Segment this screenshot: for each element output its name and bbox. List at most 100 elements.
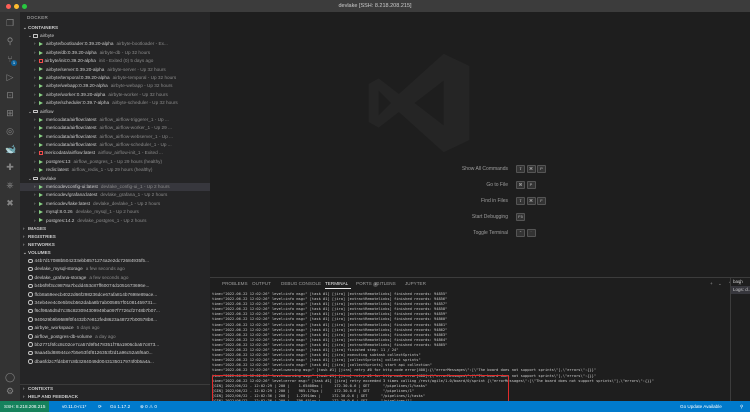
volume-description: 5 days ago xyxy=(76,325,100,331)
shortcut-row: Go to File ⌘ P xyxy=(372,181,672,189)
container-item[interactable]: › mericodev/lake:latest devlake_devlake_1 … xyxy=(20,200,210,208)
volume-item[interactable]: 34eb4ee4c0e5b9cb562daba8b7ab005857f01081… xyxy=(20,299,210,307)
container-item[interactable]: › mericodata/airflow:latest airflow_airflo… xyxy=(20,116,210,124)
container-item[interactable]: › airbyte/webapp:0.39.20-alpha airbyte-web… xyxy=(20,82,210,90)
window-controls[interactable] xyxy=(6,3,27,9)
accounts-icon[interactable]: ◯ xyxy=(5,372,15,382)
go-version[interactable]: Go 1.17.2 xyxy=(110,401,130,412)
container-group[interactable]: ⌄ devlake xyxy=(20,175,210,183)
remote-explorer-icon[interactable]: ⊡ xyxy=(5,90,15,100)
key-cap: ⌘ xyxy=(526,165,536,173)
volume-item[interactable]: ffcb8a59eecb4022d66f298236dce67afa814b76… xyxy=(20,291,210,299)
container-item[interactable]: › postgres:13 airflow_postgres_1 - Up 29 h… xyxy=(20,158,210,166)
tab-ports[interactable]: PORTS 1 xyxy=(356,281,378,287)
volume-item[interactable]: 9aaa4bd88944ce7b5e53f4f8126353f2d1a96c52… xyxy=(20,349,210,357)
terminal-instance[interactable]: bash xyxy=(731,278,750,286)
container-item[interactable]: › airbyte/temporal:0.39.20-alpha airbyte-t… xyxy=(20,74,210,82)
close-window-button[interactable] xyxy=(6,3,11,9)
container-item[interactable]: › airbyte/db:0.39.20-alpha airbyte-db - Up… xyxy=(20,49,210,57)
volume-item[interactable]: f6cf98a5d5d7c35c823094309949ba097f7726cf… xyxy=(20,307,210,315)
volumes-section-header[interactable]: ⌄VOLUMES xyxy=(20,249,210,257)
container-item[interactable]: › airbyte/bootloader:0.39.20-alpha airbyte… xyxy=(20,40,210,48)
volume-item[interactable]: b4b6f9f3cc9878a7bcdd453c87ff60074d105167… xyxy=(20,282,210,290)
active-tab-indicator xyxy=(325,288,351,289)
tools-icon[interactable]: ✖ xyxy=(5,198,15,208)
container-image-name: mericodata/airflow:latest xyxy=(44,150,96,156)
tab-debug-console[interactable]: DEBUG CONSOLE xyxy=(281,281,321,286)
section-header-contexts[interactable]: › CONTEXTS xyxy=(20,385,210,393)
tab-jupyter[interactable]: JUPYTER xyxy=(405,281,426,286)
vscode-logo xyxy=(368,53,470,153)
remote-indicator[interactable]: SSH: 8.218.208.215 xyxy=(0,401,50,412)
container-item[interactable]: › airbyte/scheduler:0.39.7-alpha airbyte-s… xyxy=(20,99,210,107)
container-description: devlake_postgres_1 - Up 2 hours xyxy=(77,217,147,223)
kubernetes-icon[interactable]: ⎈ xyxy=(5,180,15,190)
python-icon[interactable]: ✚ xyxy=(5,162,15,172)
container-image-name: mericodevconfig-ui:latest xyxy=(46,184,98,190)
key-cap: P xyxy=(526,181,536,189)
sidebar-header: DOCKER xyxy=(27,15,49,20)
run-debug-icon[interactable]: ▷ xyxy=(5,72,15,82)
volume-icon xyxy=(28,308,33,314)
terminal-output[interactable]: time="2022-06-22 12:02:26" level=info ms… xyxy=(212,292,727,402)
manage-gear-icon[interactable]: ⚙ xyxy=(5,386,15,396)
container-item[interactable]: › airbyte/init:0.39.20-alpha init - Exited… xyxy=(20,57,210,65)
container-item[interactable]: › mericodata/airflow:latest airflow_airflo… xyxy=(20,149,210,157)
container-image-name: airbyte/bootloader:0.39.20-alpha xyxy=(46,41,114,47)
tab-gitlens[interactable]: GITLENS xyxy=(376,281,396,286)
section-header-registries[interactable]: › REGISTRIES xyxy=(20,233,210,241)
docker-icon[interactable]: 🐋 xyxy=(5,144,16,154)
plus-icon[interactable]: + xyxy=(710,281,713,286)
container-description: init - Exited (0) 5 days ago xyxy=(98,58,154,64)
container-item[interactable]: › airbyte/server:0.39.20-alpha airbyte-ser… xyxy=(20,66,210,74)
tab-terminal[interactable]: TERMINAL xyxy=(325,281,348,286)
section-header-networks[interactable]: › NETWORKS xyxy=(20,241,210,249)
sync-icon[interactable]: ⟳ xyxy=(98,401,102,412)
container-item[interactable]: › mericodata/airflow:latest airflow_airflo… xyxy=(20,141,210,149)
problems-indicator[interactable]: ⊗ 0 ⚠ 0 xyxy=(140,401,157,412)
container-item[interactable]: › airbyte/worker:0.39.20-alpha airbyte-wor… xyxy=(20,91,210,99)
volume-item[interactable]: airbyte_workspace 5 days ago xyxy=(20,324,210,332)
container-item[interactable]: › mericodata/airflow:latest airflow_airflo… xyxy=(20,133,210,141)
minimize-window-button[interactable] xyxy=(14,3,19,9)
volume-item[interactable]: dba6fd2c7fd4b87c8b3284049d0043135017974f… xyxy=(20,358,210,366)
container-image-name: mericodata/airflow:latest xyxy=(46,116,97,122)
container-item[interactable]: › mericodata/airflow:latest airflow_airflo… xyxy=(20,124,210,132)
maximize-window-button[interactable] xyxy=(22,3,27,9)
volume-icon xyxy=(28,266,33,272)
volume-item[interactable]: 940629b9b9589f0f4432b7e812fed8623a48727b… xyxy=(20,316,210,324)
volume-item[interactable]: devlake_grafana-storage a few seconds ago xyxy=(20,274,210,282)
container-item[interactable]: › mysql:8.0.26 devlake_mysql_1 - Up 2 hour… xyxy=(20,208,210,216)
volume-icon xyxy=(28,300,33,305)
explorer-icon[interactable]: ❐ xyxy=(5,18,15,28)
notifications-icon[interactable]: ⚲ xyxy=(740,401,743,412)
go-update-notice[interactable]: Go Update Available xyxy=(680,401,722,412)
container-image-name: mericodata/airflow:latest xyxy=(46,125,97,131)
container-item[interactable]: › mericodev/grafana:latest devlake_grafana… xyxy=(20,191,210,199)
volume-item[interactable]: 44b7d17088b504233ebb8571274a2e2dc7268493… xyxy=(20,257,210,265)
container-group[interactable]: ⌄ airbyte xyxy=(20,32,210,40)
chevron-down-icon[interactable]: ⌄ xyxy=(718,281,722,287)
gitlens-icon[interactable]: ◎ xyxy=(5,126,15,136)
shortcut-label: Toggle Terminal xyxy=(473,230,508,236)
volume-item[interactable]: devlake_mysql-storage a few seconds ago xyxy=(20,265,210,273)
container-group[interactable]: ⌄ airflow xyxy=(20,108,210,116)
search-icon[interactable]: ⚲ xyxy=(5,36,15,46)
section-header-images[interactable]: › IMAGES xyxy=(20,225,210,233)
container-item[interactable]: › postgres:14.2 devlake_postgres_1 - Up 2 … xyxy=(20,217,210,225)
terminal-instance[interactable]: Logs: d... xyxy=(731,286,750,294)
section-header-help-and-feedback[interactable]: › HELP AND FEEDBACK xyxy=(20,393,210,401)
container-description: airbyte-bootloader - Ex... xyxy=(116,41,168,47)
tab-problems[interactable]: PROBLEMS xyxy=(222,281,248,286)
container-item[interactable]: › mericodevconfig-ui:latest devlake_config… xyxy=(20,183,210,192)
shortcut-keys: ⌃ ` xyxy=(516,229,536,237)
volume-item[interactable]: bb2771f6fcc8c02ce7ca57d9f5478351f78a1906… xyxy=(20,341,210,349)
tab-output[interactable]: OUTPUT xyxy=(252,281,271,286)
extensions-icon[interactable]: ⊞ xyxy=(5,108,15,118)
running-status-icon xyxy=(39,184,43,189)
key-cap: P xyxy=(537,165,546,173)
branch-indicator[interactable]: v0.11.0-rc1* xyxy=(62,401,86,412)
containers-section-header[interactable]: ⌄CONTAINERS xyxy=(20,24,210,32)
container-item[interactable]: › redis:latest airflow_redis_1 - Up 29 hou… xyxy=(20,166,210,174)
volume-item[interactable]: airflow_postgres-db-volume a day ago xyxy=(20,333,210,341)
